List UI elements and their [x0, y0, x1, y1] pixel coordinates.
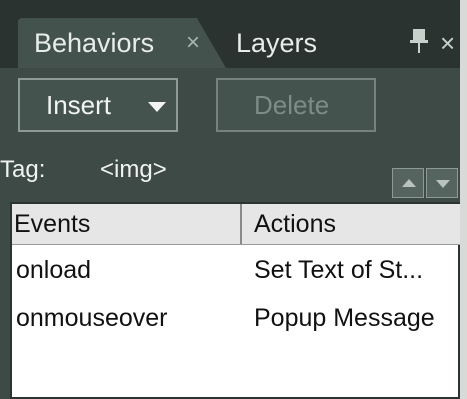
tab-layers-label: Layers — [236, 28, 318, 58]
panel-close-icon[interactable]: × — [440, 18, 455, 68]
column-header-events[interactable]: Events — [14, 204, 242, 244]
tag-label: Tag: — [0, 156, 46, 183]
tab-strip: Behaviors × Layers × — [0, 0, 460, 68]
action-cell[interactable]: Popup Message — [254, 296, 456, 340]
table-header: Events Actions — [12, 204, 460, 245]
action-cell[interactable]: Set Text of St... — [254, 248, 456, 292]
move-down-button[interactable] — [426, 168, 458, 198]
move-up-button[interactable] — [392, 168, 424, 198]
insert-button[interactable]: Insert — [18, 78, 178, 132]
arrow-down-icon — [436, 180, 450, 188]
arrow-up-icon — [402, 179, 416, 187]
tab-close-icon[interactable]: × — [186, 18, 200, 68]
column-header-actions[interactable]: Actions — [244, 204, 460, 244]
table-row[interactable]: onmouseover Popup Message — [12, 296, 460, 340]
tab-behaviors-label: Behaviors — [34, 28, 155, 58]
behaviors-table: Events Actions onload Set Text of St... … — [10, 202, 460, 399]
delete-button-label: Delete — [254, 90, 330, 120]
behaviors-panel: Behaviors × Layers × Insert Delete Tag: … — [0, 0, 467, 399]
tab-layers[interactable]: Layers — [236, 18, 376, 68]
tab-behaviors[interactable]: Behaviors × — [18, 18, 226, 68]
tag-value: <img> — [100, 156, 167, 183]
event-cell[interactable]: onload — [16, 248, 91, 292]
delete-button[interactable]: Delete — [216, 78, 376, 132]
table-row[interactable]: onload Set Text of St... — [12, 248, 460, 292]
tag-row: Tag: <img> — [0, 150, 460, 200]
insert-button-label: Insert — [46, 90, 112, 120]
chevron-down-icon — [148, 102, 166, 112]
pin-icon[interactable] — [410, 28, 428, 54]
event-cell[interactable]: onmouseover — [16, 296, 167, 340]
